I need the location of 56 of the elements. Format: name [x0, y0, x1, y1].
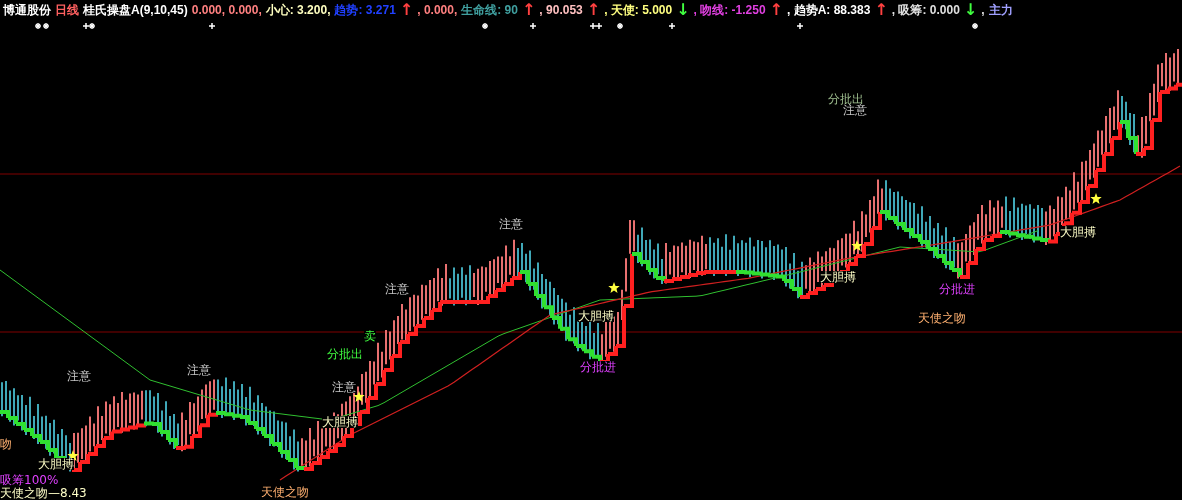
star-icon	[608, 282, 620, 293]
star-icon	[851, 240, 863, 251]
signal-label: 注意	[499, 218, 523, 230]
indicator-name: 桂氏操盘A(9,10,45)	[83, 1, 188, 19]
signal-label: 注意	[385, 283, 409, 295]
signal-label: 天使之吻	[261, 486, 309, 498]
signal-label: 吸筹100%	[0, 474, 59, 486]
signal-label: 注意	[843, 104, 867, 116]
signal-label: 卖	[364, 330, 376, 342]
signal-label: 注意	[187, 364, 211, 376]
indicator-value: , 90.053	[539, 3, 583, 17]
indicator-value: 生命线: 90	[461, 1, 518, 19]
asterisk-icon	[88, 22, 96, 30]
trend-arrow: ↑	[874, 2, 888, 18]
signal-label: 大胆搏	[1060, 226, 1096, 238]
indicator-value: , 吸筹: 0.000	[891, 1, 960, 19]
signal-label: 注意	[67, 370, 91, 382]
indicator-value: , 吻线: -1.250	[693, 1, 766, 19]
signal-label: 大胆搏	[578, 310, 614, 322]
signal-label: 吻	[0, 438, 12, 450]
indicator-value: 0.000, 0.000,	[191, 3, 262, 17]
plus-icon	[529, 22, 537, 30]
trend-arrow: ↑	[521, 2, 536, 18]
signal-label: 分批进	[580, 361, 616, 373]
star-icon	[1090, 193, 1102, 204]
period-label: 日线	[55, 1, 79, 19]
plus-icon	[668, 22, 676, 30]
signal-label: 大胆搏	[322, 416, 358, 428]
trend-arrow: ↑	[769, 2, 783, 18]
indicator-value: , 天使: 5.000	[604, 1, 673, 19]
indicator-value: , 趋势A: 88.383	[787, 1, 871, 19]
signal-label: 注意	[332, 381, 356, 393]
signal-label: 天使之吻—8.43	[0, 487, 87, 499]
separator-text: ,	[981, 3, 985, 17]
plus-icon	[796, 22, 804, 30]
signal-label: 大胆搏	[38, 458, 74, 470]
trend-arrow: ↓	[963, 2, 978, 18]
indicator-value: 趋势: 3.271	[334, 1, 396, 19]
asterisk-icon	[481, 22, 489, 30]
indicator-value: 主力	[988, 1, 1013, 19]
signal-label: 分批进	[939, 283, 975, 295]
plus-icon	[82, 22, 90, 30]
trend-arrow: ↑	[586, 2, 601, 18]
stock-name: 博通股份	[3, 1, 51, 19]
plus-icon	[208, 22, 216, 30]
indicator-value: 小心: 3.200,	[265, 1, 331, 19]
trend-arrow: ↑	[399, 2, 414, 18]
trend-arrow: ↓	[676, 2, 690, 18]
signal-label: 天使之吻	[918, 312, 966, 324]
signal-label: 大胆搏	[820, 271, 856, 283]
indicator-value: , 0.000,	[417, 3, 458, 17]
asterisk-icon	[616, 22, 624, 30]
star-icon	[353, 391, 365, 402]
asterisk-icon	[971, 22, 979, 30]
signal-label: 分批出	[327, 348, 363, 360]
signal-label: 分批出	[828, 93, 864, 105]
